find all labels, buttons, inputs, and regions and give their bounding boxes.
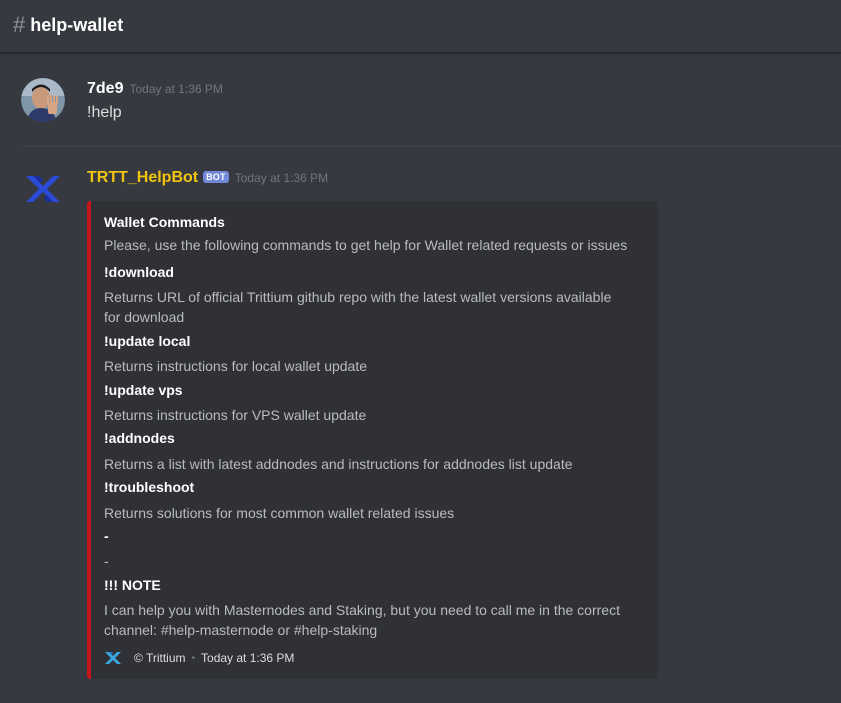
message-author[interactable]: TRTT_HelpBot: [87, 169, 198, 186]
channel-name[interactable]: help-wallet: [30, 15, 123, 36]
embed-field-name: -: [104, 528, 109, 544]
embed-field-value: channel: #help-masternode or #help-staki…: [104, 622, 378, 638]
embed-footer-timestamp: Today at 1:36 PM: [201, 651, 295, 665]
embed-footer: © Trittium • Today at 1:36 PM: [104, 649, 294, 667]
embed-field-name: !addnodes: [104, 430, 175, 446]
embed-field-value: -: [104, 553, 109, 569]
bot-badge: BOT: [203, 171, 229, 183]
embed-field-name: !!! NOTE: [104, 577, 161, 593]
message-divider: [20, 146, 841, 147]
footer-separator: •: [191, 652, 196, 664]
embed-field-value: for download: [104, 309, 185, 325]
embed-field-name: !download: [104, 264, 174, 280]
embed-field-value: Returns a list with latest addnodes and …: [104, 456, 573, 472]
embed-footer-text: © Trittium: [134, 651, 186, 665]
message-content: !help: [87, 104, 122, 121]
channel-header: # help-wallet: [0, 0, 841, 53]
message-timestamp: Today at 1:36 PM: [234, 171, 329, 185]
embed-description: Please, use the following commands to ge…: [104, 237, 628, 253]
trittium-logo-icon: [105, 652, 121, 664]
embed-field-name: !update local: [104, 333, 191, 349]
embed-field-name: !troubleshoot: [104, 479, 195, 495]
embed-field-value: Returns instructions for local wallet up…: [104, 358, 368, 374]
message-2: TRTT_HelpBot BOT Today at 1:36 PM: [0, 166, 841, 202]
message-timestamp: Today at 1:36 PM: [129, 82, 223, 96]
hash-icon: #: [13, 12, 26, 37]
trittium-logo-icon: [26, 176, 60, 202]
message-author[interactable]: 7de9: [87, 80, 123, 97]
embed-field-value: Returns URL of official Trittium github …: [104, 289, 612, 305]
embed-field-value: I can help you with Masternodes and Stak…: [104, 602, 620, 618]
user-avatar[interactable]: [21, 78, 65, 122]
embed-title: Wallet Commands: [104, 214, 225, 230]
bot-embed: Wallet Commands Please, use the followin…: [87, 201, 658, 679]
embed-field-value: Returns instructions for VPS wallet upda…: [104, 407, 367, 423]
message-1: 7de9 Today at 1:36 PM !help: [0, 76, 841, 136]
embed-field-name: !update vps: [104, 382, 183, 398]
bot-avatar[interactable]: [24, 170, 62, 208]
embed-field-value: Returns solutions for most common wallet…: [104, 505, 455, 521]
